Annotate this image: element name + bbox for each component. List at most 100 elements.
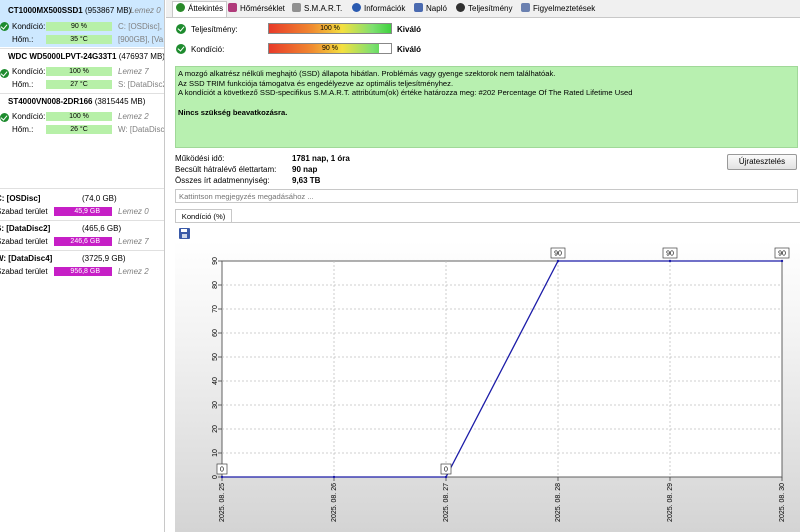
volume-disk: Lemez 7 bbox=[118, 237, 149, 246]
partition-info: C: [OSDisc], bbox=[118, 22, 163, 31]
tab-info[interactable]: Információk bbox=[352, 2, 405, 16]
y-tick-label: 30 bbox=[212, 401, 219, 409]
save-icon[interactable] bbox=[179, 228, 190, 239]
chart-svg: 0 10 20 30 40 50 60 70 80 90 2025. 08. 25 2025. 08.… bbox=[212, 247, 790, 522]
status-message-box: A mozgó alkatrész nélküli meghajtó (SSD)… bbox=[175, 66, 798, 148]
y-tick-label: 10 bbox=[212, 449, 219, 457]
partition-info-2: [900GB], [Va bbox=[118, 35, 164, 44]
x-tick-label: 2025. 08. 28 bbox=[555, 483, 562, 522]
temp-bar: 26 °C bbox=[46, 125, 112, 134]
drive-disk-label: Lemez 7 bbox=[118, 67, 149, 76]
data-point bbox=[444, 475, 448, 479]
divider bbox=[0, 220, 164, 221]
drive-model: ST4000VN008-2DR166 bbox=[8, 97, 93, 106]
retest-button[interactable]: Újratesztelés bbox=[727, 154, 797, 170]
tab-alerts[interactable]: Figyelmeztetések bbox=[521, 2, 595, 16]
info-icon bbox=[352, 3, 361, 12]
x-tick-label: 2025. 08. 27 bbox=[443, 483, 450, 522]
volume-item-1[interactable]: S: [DataDisc2] (465,6 GB) Szabad terület… bbox=[0, 222, 164, 250]
drive-item-0[interactable]: CT1000MX500SSD1 (953867 MB) Lemez 0 Kond… bbox=[0, 0, 164, 47]
free-space-bar: 956,8 GB bbox=[54, 267, 112, 276]
condition-bar: 90 % bbox=[46, 22, 112, 31]
gauge-value: 90 % bbox=[322, 45, 338, 52]
y-tick-label: 70 bbox=[212, 305, 219, 313]
data-point bbox=[556, 259, 560, 263]
divider bbox=[0, 188, 164, 189]
x-tick-label: 2025. 08. 29 bbox=[667, 483, 674, 522]
y-tick-label: 0 bbox=[212, 475, 219, 479]
total-written-label: Összes írt adatmennyiség: bbox=[175, 176, 270, 185]
condition-label: Kondíció: bbox=[12, 67, 46, 76]
comment-input[interactable] bbox=[175, 189, 798, 203]
data-label: 0 bbox=[444, 467, 448, 474]
free-space-label: Szabad terület bbox=[0, 267, 48, 276]
gauge-value: 100 % bbox=[320, 25, 340, 32]
uptime-value: 1781 nap, 1 óra bbox=[292, 154, 350, 163]
tab-smart[interactable]: S.M.A.R.T. bbox=[292, 2, 342, 16]
data-label: 90 bbox=[554, 251, 562, 258]
tab-label: Figyelmeztetések bbox=[533, 4, 596, 13]
volume-item-2[interactable]: W: [DataDisc4] (3725,9 GB) Szabad terüle… bbox=[0, 252, 164, 280]
y-tick-label: 50 bbox=[212, 353, 219, 361]
message-line: Az SSD TRIM funkciója támogatva és enged… bbox=[178, 78, 454, 88]
divider bbox=[0, 250, 164, 251]
drive-item-1[interactable]: WDC WD5000LPVT-24G33T1 (476937 MB) Kondí… bbox=[0, 49, 165, 93]
temp-bar: 35 °C bbox=[46, 35, 112, 44]
tab-label: Teljesítmény bbox=[468, 4, 513, 13]
volume-capacity: (74,0 GB) bbox=[82, 194, 117, 203]
condition-label: Kondíció: bbox=[12, 22, 46, 31]
data-point bbox=[668, 259, 672, 263]
gauge-empty bbox=[378, 44, 391, 53]
message-line: A mozgó alkatrész nélküli meghajtó (SSD)… bbox=[178, 69, 556, 78]
remaining-life-value: 90 nap bbox=[292, 165, 318, 174]
drive-list-panel: CT1000MX500SSD1 (953867 MB) Lemez 0 Kond… bbox=[0, 0, 165, 532]
free-space-bar: 45,9 GB bbox=[54, 207, 112, 216]
drive-capacity: (476937 MB) bbox=[118, 52, 165, 61]
tab-log[interactable]: Napló bbox=[414, 2, 447, 16]
condition-label: Kondíció: bbox=[12, 112, 46, 121]
condition-bar: 100 % bbox=[46, 67, 112, 76]
tab-label: S.M.A.R.T. bbox=[304, 4, 343, 13]
volume-disk: Lemez 2 bbox=[118, 267, 149, 276]
drive-disk-label: Lemez 0 bbox=[130, 6, 161, 15]
free-space-label: Szabad terület bbox=[0, 207, 48, 216]
volume-name: S: [DataDisc2] bbox=[0, 224, 51, 233]
drive-item-2[interactable]: ST4000VN008-2DR166 (3815445 MB) Kondíció… bbox=[0, 94, 164, 138]
tab-label: Áttekintés bbox=[188, 4, 224, 13]
partition-info: S: [DataDisc2] bbox=[118, 80, 165, 89]
tab-bar: Áttekintés Hőmérséklet S.M.A.R.T. Inform… bbox=[166, 0, 800, 18]
free-space-bar: 246,6 GB bbox=[54, 237, 112, 246]
tab-condition-chart[interactable]: Kondíció (%) bbox=[175, 209, 232, 223]
x-tick-label: 2025. 08. 25 bbox=[219, 483, 226, 522]
data-label: 90 bbox=[778, 251, 786, 258]
volume-capacity: (465,6 GB) bbox=[82, 224, 122, 233]
drive-title: WDC WD5000LPVT-24G33T1 (476937 MB) bbox=[8, 52, 165, 61]
total-written-value: 9,63 TB bbox=[292, 176, 321, 185]
performance-gauge: 100 % bbox=[268, 23, 392, 34]
tab-performance[interactable]: Teljesítmény bbox=[456, 2, 512, 16]
volume-name: C: [OSDisc] bbox=[0, 194, 41, 203]
drive-disk-label: Lemez 2 bbox=[118, 112, 149, 121]
drive-model: CT1000MX500SSD1 bbox=[8, 6, 83, 15]
drive-capacity: (3815445 MB) bbox=[94, 97, 146, 106]
condition-bar: 100 % bbox=[46, 112, 112, 121]
volume-item-0[interactable]: C: [OSDisc] (74,0 GB) Szabad terület 45,… bbox=[0, 192, 164, 220]
tab-temperature[interactable]: Hőmérséklet bbox=[228, 2, 285, 16]
temp-label: Hőm.: bbox=[12, 80, 34, 89]
condition-label: Kondíció: bbox=[191, 45, 225, 54]
log-icon bbox=[414, 3, 423, 12]
ok-check-icon bbox=[0, 69, 9, 78]
condition-rating: Kiváló bbox=[397, 45, 422, 54]
y-tick-label: 60 bbox=[212, 329, 219, 337]
drive-model: WDC WD5000LPVT-24G33T1 bbox=[8, 52, 117, 61]
drive-capacity: (953867 MB) bbox=[84, 6, 132, 15]
performance-icon bbox=[456, 3, 465, 12]
condition-gauge: 90 % bbox=[268, 43, 392, 54]
volume-disk: Lemez 0 bbox=[118, 207, 149, 216]
temp-label: Hőm.: bbox=[12, 125, 34, 134]
ok-check-icon bbox=[176, 24, 186, 34]
tab-label: Hőmérséklet bbox=[240, 4, 285, 13]
free-space-label: Szabad terület bbox=[0, 237, 48, 246]
performance-label: Teljesítmény: bbox=[191, 25, 238, 34]
tab-overview[interactable]: Áttekintés bbox=[172, 1, 228, 17]
